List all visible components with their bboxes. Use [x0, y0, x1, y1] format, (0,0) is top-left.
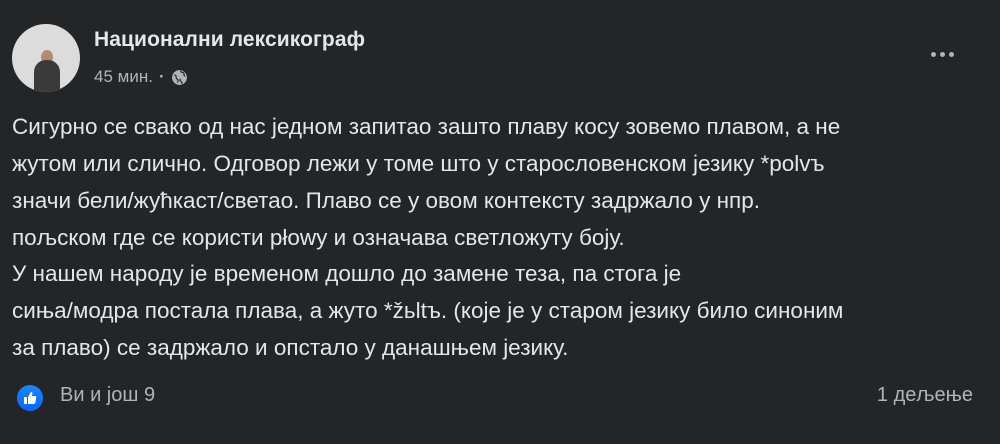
more-dot [939, 51, 945, 57]
text-line: сиња/модра постала плава, а жуто *žьltъ.… [12, 298, 844, 323]
author-avatar[interactable] [12, 24, 80, 92]
text-line: Сигурно се свако од нас једном запитао з… [12, 114, 841, 139]
text-line: пољском где се користи płowy и означава … [12, 225, 625, 250]
facebook-post: Национални лексикограф 45 мин. · Сигурно… [0, 0, 1000, 444]
text-line: значи бели/жућкаст/светао. Плаво се у ов… [12, 188, 760, 213]
more-dot [948, 51, 954, 57]
text-line: У нашем народу је временом дошло до заме… [12, 261, 682, 286]
thumbs-up-icon[interactable] [17, 385, 43, 411]
post-time[interactable]: 45 мин. [94, 67, 153, 87]
text-line: за плаво) се задржало и опстало у данашњ… [12, 335, 569, 360]
post-paragraph-2: У нашем народу је временом дошло до заме… [12, 255, 987, 366]
author-name[interactable]: Национални лексикограф [94, 28, 365, 52]
avatar-figure [34, 60, 60, 92]
meta-separator: · [158, 67, 165, 86]
globe-icon[interactable] [171, 69, 188, 86]
thumbs-up-glyph [24, 392, 37, 404]
more-dot [930, 51, 936, 57]
more-options-icon[interactable] [926, 42, 958, 66]
text-line: жутом или слично. Одговор лежи у томе шт… [12, 151, 825, 176]
shares-count[interactable]: 1 дељење [877, 384, 973, 407]
post-meta: 45 мин. · [94, 66, 188, 88]
post-paragraph-1: Сигурно се свако од нас једном запитао з… [12, 108, 987, 256]
reactions-count[interactable]: Ви и још 9 [60, 384, 155, 407]
